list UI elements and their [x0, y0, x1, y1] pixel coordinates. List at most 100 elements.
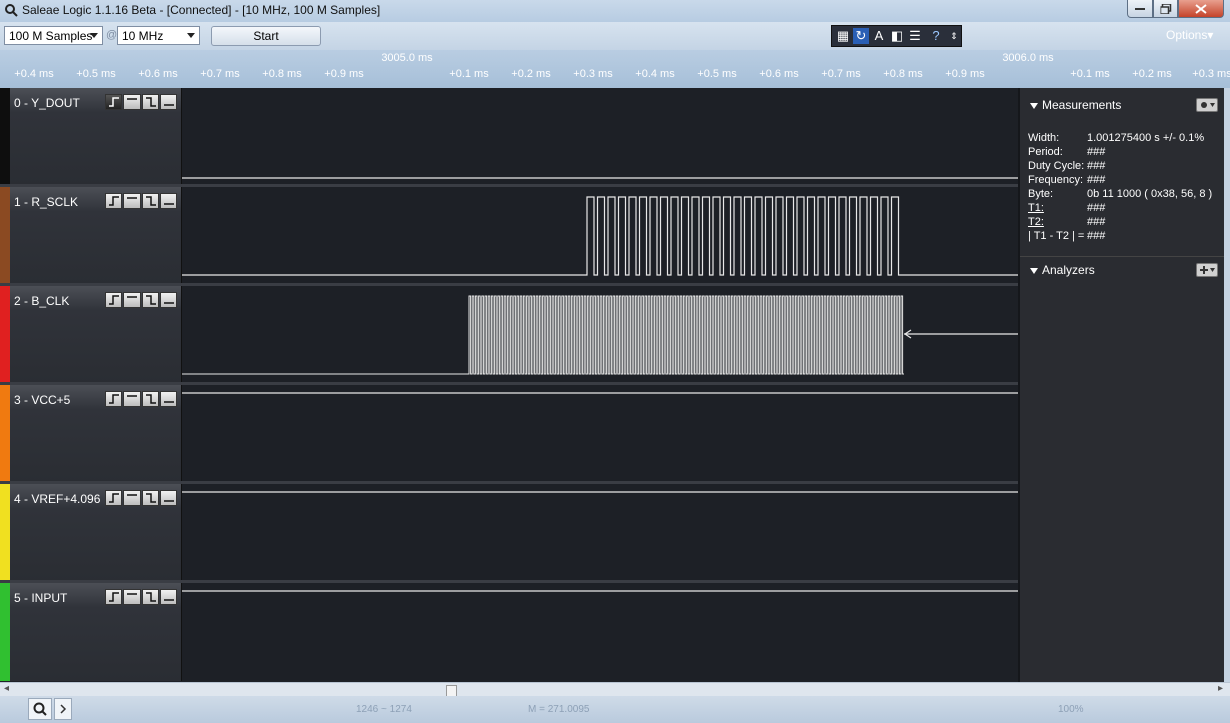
waveform[interactable] [182, 484, 1018, 582]
high-level-trigger-button[interactable] [123, 391, 141, 407]
rising-edge-icon [109, 394, 119, 404]
high-level-trigger-button[interactable] [123, 589, 141, 605]
falling-edge-trigger-button[interactable] [141, 391, 159, 407]
waveform[interactable] [182, 187, 1018, 285]
waveform[interactable] [182, 385, 1018, 483]
maximize-button[interactable] [1153, 0, 1178, 18]
falling-edge-icon [145, 592, 156, 602]
panel-toggle-icon[interactable]: ◧ [889, 28, 905, 44]
measurements-header[interactable]: Measurements [1030, 98, 1121, 112]
channel-label-panel[interactable]: 1 - R_SCLK [0, 187, 182, 285]
low-level-trigger-button[interactable] [159, 292, 177, 308]
measurement-label: Frequency: [1028, 174, 1084, 186]
channel-label-panel[interactable]: 0 - Y_DOUT [0, 88, 182, 186]
waveform[interactable] [182, 88, 1018, 186]
low-level-trigger-button[interactable] [159, 490, 177, 506]
ruler-tick-label: +0.6 ms [138, 68, 178, 80]
vertical-scrollbar[interactable] [1224, 88, 1230, 682]
text-annotation-icon[interactable]: A [871, 28, 887, 44]
high-level-trigger-button[interactable] [123, 292, 141, 308]
time-ruler[interactable]: 3005.0 ms 3006.0 ms +0.4 ms +0.5 ms +0.6… [0, 50, 1230, 88]
close-icon [1195, 3, 1207, 14]
minimize-button[interactable] [1127, 0, 1153, 18]
analyzers-header[interactable]: Analyzers [1030, 263, 1095, 277]
refresh-icon[interactable]: ↻ [853, 28, 869, 44]
low-level-trigger-button[interactable] [159, 589, 177, 605]
channel-label-panel[interactable]: 5 - INPUT [0, 583, 182, 681]
low-level-icon [163, 500, 174, 502]
start-button[interactable]: Start [211, 26, 321, 46]
channel-row: 3 - VCC+5 [0, 385, 1018, 484]
waveform[interactable] [182, 286, 1018, 384]
ruler-tick-label: +0.3 ms [1192, 68, 1230, 80]
add-analyzer-button[interactable] [1196, 263, 1218, 277]
measurement-label: Byte: [1028, 188, 1054, 200]
horizontal-scrollbar[interactable]: ◂ ▸ [0, 682, 1230, 697]
ruler-tick-label: +0.1 ms [1070, 68, 1110, 80]
ruler-tick-label: +0.2 ms [1132, 68, 1172, 80]
low-level-trigger-button[interactable] [159, 391, 177, 407]
falling-edge-trigger-button[interactable] [141, 589, 159, 605]
restore-icon [1160, 3, 1171, 14]
samples-select-value: 100 M Samples [9, 29, 93, 43]
falling-edge-trigger-button[interactable] [141, 490, 159, 506]
measurements-title: Measurements [1042, 98, 1122, 112]
ruler-tick-label: +0.6 ms [759, 68, 799, 80]
rising-edge-icon [109, 97, 119, 107]
t2-cursor-link[interactable]: T2: [1028, 216, 1044, 228]
low-level-trigger-button[interactable] [159, 94, 177, 110]
high-level-trigger-button[interactable] [123, 490, 141, 506]
low-level-trigger-button[interactable] [159, 193, 177, 209]
measurement-value: 0b 11 1000 ( 0x38, 56, 8 ) [1087, 188, 1213, 200]
rising-edge-trigger-button[interactable] [105, 490, 123, 506]
options-menu[interactable]: Options▾ [1166, 28, 1213, 42]
ruler-major-label: 3005.0 ms [381, 52, 433, 64]
ruler-major-label: 3006.0 ms [1002, 52, 1054, 64]
samples-select[interactable]: 100 M Samples [4, 26, 103, 45]
high-level-trigger-button[interactable] [123, 193, 141, 209]
channel-label-panel[interactable]: 4 - VREF+4.096 [0, 484, 182, 582]
channel-name: 2 - B_CLK [14, 294, 70, 308]
falling-edge-trigger-button[interactable] [141, 292, 159, 308]
channel-label-panel[interactable]: 2 - B_CLK [0, 286, 182, 384]
sample-rate-select[interactable]: 10 MHz [117, 26, 200, 45]
rising-edge-icon [109, 295, 119, 305]
chevron-down-icon [90, 33, 98, 38]
scroll-arrows-icon[interactable]: ⇕ [946, 28, 962, 44]
t1-cursor-link[interactable]: T1: [1028, 202, 1044, 214]
help-icon[interactable]: ? [928, 28, 944, 44]
scroll-right-arrow-icon[interactable]: ▸ [1218, 683, 1223, 694]
measurements-settings-button[interactable] [1196, 98, 1218, 112]
scroll-left-arrow-icon[interactable]: ◂ [4, 683, 9, 694]
rising-edge-trigger-button[interactable] [105, 94, 123, 110]
list-icon[interactable]: ☰ [907, 28, 923, 44]
app-logo-icon [5, 4, 18, 17]
rising-edge-trigger-button[interactable] [105, 589, 123, 605]
measurement-value: ### [1087, 160, 1106, 172]
ruler-tick-label: +0.7 ms [821, 68, 861, 80]
trigger-buttons [105, 193, 178, 211]
ruler-tick-label: +0.5 ms [697, 68, 737, 80]
rising-edge-trigger-button[interactable] [105, 193, 123, 209]
grid-icon[interactable]: ▦ [835, 28, 851, 44]
expand-tab[interactable] [54, 698, 72, 720]
rising-edge-trigger-button[interactable] [105, 391, 123, 407]
high-level-trigger-button[interactable] [123, 94, 141, 110]
trigger-buttons [105, 391, 178, 409]
low-level-icon [163, 203, 174, 205]
rising-edge-trigger-button[interactable] [105, 292, 123, 308]
sample-rate-select-value: 10 MHz [122, 29, 164, 43]
falling-edge-trigger-button[interactable] [141, 94, 159, 110]
falling-edge-trigger-button[interactable] [141, 193, 159, 209]
channel-row: 1 - R_SCLK [0, 187, 1018, 286]
falling-edge-icon [145, 493, 156, 503]
channel-label-panel[interactable]: 3 - VCC+5 [0, 385, 182, 483]
waveform[interactable] [182, 583, 1018, 681]
ruler-tick-label: +0.8 ms [883, 68, 923, 80]
close-button[interactable] [1178, 0, 1224, 18]
search-tab[interactable] [28, 698, 52, 720]
rising-edge-icon [109, 196, 119, 206]
falling-edge-icon [145, 97, 156, 107]
collapse-triangle-icon [1030, 102, 1038, 109]
high-level-icon [127, 98, 138, 100]
